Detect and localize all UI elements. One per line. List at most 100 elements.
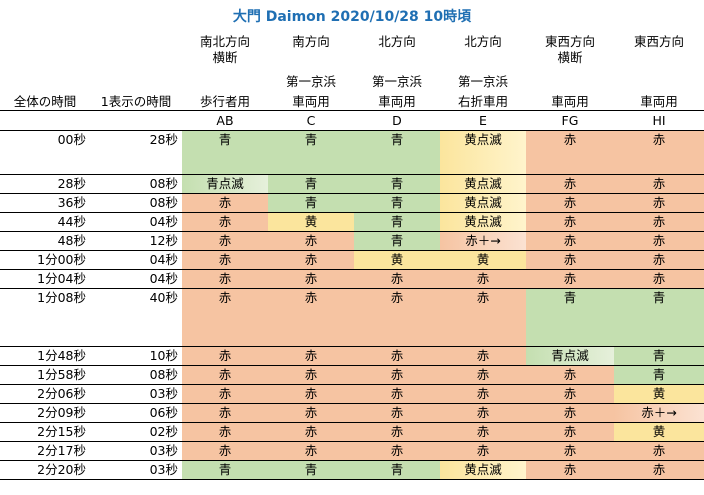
signal-state-cell: 赤 xyxy=(268,250,354,270)
total-time-cell: 00秒 xyxy=(0,130,90,175)
signal-state-cell: 黄点滅 xyxy=(440,130,526,175)
signal-state-cell: 赤 xyxy=(526,130,614,175)
signal-state-cell: 青 xyxy=(354,212,440,232)
signal-state-cell: 赤 xyxy=(182,403,268,423)
signal-state-cell: 赤 xyxy=(614,441,704,461)
signal-state-cell: 赤 xyxy=(268,269,354,289)
header-cell xyxy=(526,66,614,92)
total-time-cell: 48秒 xyxy=(0,231,90,251)
signal-state-cell: 赤 xyxy=(354,346,440,366)
display-duration-cell: 06秒 xyxy=(90,403,182,423)
header-cell xyxy=(614,66,704,92)
signal-state-cell: 赤 xyxy=(268,288,354,347)
header-cell: 車両用 xyxy=(526,92,614,111)
signal-state-cell: 青 xyxy=(182,130,268,175)
signal-state-cell: 赤 xyxy=(182,231,268,251)
signal-state-cell: 赤 xyxy=(354,441,440,461)
page-title: 大門 Daimon 2020/10/28 10時頃 xyxy=(232,9,472,25)
display-duration-cell: 04秒 xyxy=(90,250,182,270)
signal-state-cell: 黄点滅 xyxy=(440,460,526,480)
header-cell: AB xyxy=(182,110,268,131)
display-duration-cell: 08秒 xyxy=(90,174,182,194)
signal-state-cell: 青 xyxy=(354,231,440,251)
display-duration-cell: 04秒 xyxy=(90,212,182,232)
header-cell: 北方向 xyxy=(378,34,416,49)
signal-state-cell: 赤 xyxy=(182,422,268,442)
signal-state-cell: 青 xyxy=(354,174,440,194)
total-time-cell: 36秒 xyxy=(0,193,90,213)
table-row: 36秒 08秒赤青青黄点滅赤赤 xyxy=(0,193,704,213)
signal-state-cell: 青 xyxy=(614,346,704,366)
header-row1: 南北方向 横断 南方向 北方向 北方向 東西方向 横断 東西方向 xyxy=(0,32,704,66)
total-time-cell: 28秒 xyxy=(0,174,90,194)
signal-state-cell: 赤 xyxy=(182,212,268,232)
total-time-cell: 1分48秒 xyxy=(0,346,90,366)
signal-state-cell: 赤 xyxy=(354,384,440,404)
signal-state-cell: 赤 xyxy=(526,269,614,289)
signal-state-cell: 赤 xyxy=(440,346,526,366)
header-cell xyxy=(90,32,182,66)
display-duration-cell: 02秒 xyxy=(90,422,182,442)
signal-state-cell: 赤 xyxy=(440,403,526,423)
header-cell: 東西方向 xyxy=(633,34,684,49)
total-time-cell: 2分15秒 xyxy=(0,422,90,442)
header-cell: 北方向 xyxy=(464,34,502,49)
header-cell xyxy=(90,110,182,131)
signal-state-cell: 青 xyxy=(354,193,440,213)
header-cell: 第一京浜 xyxy=(285,74,336,89)
signal-state-cell: 赤 xyxy=(440,365,526,385)
header-cell: 車両用 xyxy=(614,92,704,111)
signal-state-cell: 赤 xyxy=(614,193,704,213)
header-cell: HI xyxy=(614,110,704,131)
signal-timing-table: 南北方向 横断 南方向 北方向 北方向 東西方向 横断 東西方向 第一京浜 第一京浜 第一京浜 全体の… xyxy=(0,32,704,480)
signal-state-cell: 赤 xyxy=(182,250,268,270)
header-cell: 南方向 xyxy=(292,34,330,49)
display-duration-cell: 03秒 xyxy=(90,384,182,404)
signal-state-cell: 赤 xyxy=(526,250,614,270)
header-cell xyxy=(0,66,90,92)
signal-state-cell: 黄 xyxy=(354,250,440,270)
total-time-cell: 2分06秒 xyxy=(0,384,90,404)
signal-state-cell: 赤＋→ xyxy=(614,403,704,423)
signal-state-cell: 赤 xyxy=(614,130,704,175)
display-duration-cell: 03秒 xyxy=(90,460,182,480)
display-duration-cell: 08秒 xyxy=(90,365,182,385)
signal-state-cell: 赤 xyxy=(354,365,440,385)
signal-state-cell: 赤 xyxy=(354,269,440,289)
table-row: 48秒 12秒赤赤青赤＋→ 赤赤 xyxy=(0,231,704,251)
header-cell: 東西方向 横断 xyxy=(544,34,595,65)
table-row: 2分06秒 03秒赤赤赤赤赤黄 xyxy=(0,384,704,404)
header-cell xyxy=(182,66,268,92)
signal-state-cell: 黄 xyxy=(268,212,354,232)
total-time-cell: 1分00秒 xyxy=(0,250,90,270)
signal-state-cell: 青 xyxy=(526,288,614,347)
signal-state-cell: 青 xyxy=(354,460,440,480)
table-row: 1分58秒 08秒赤赤赤赤赤青 xyxy=(0,365,704,385)
signal-state-cell: 赤 xyxy=(614,174,704,194)
table-row: 44秒 04秒赤黄青黄点滅赤赤 xyxy=(0,212,704,232)
total-time-cell: 1分04秒 xyxy=(0,269,90,289)
signal-state-cell: 赤 xyxy=(354,422,440,442)
table-row: 2分20秒 03秒青青青黄点滅赤赤 xyxy=(0,460,704,480)
header-cell: 第一京浜 xyxy=(457,74,508,89)
header-cell: C xyxy=(268,110,354,131)
total-time-cell: 1分58秒 xyxy=(0,365,90,385)
signal-state-cell: 赤 xyxy=(526,212,614,232)
signal-state-cell: 赤 xyxy=(440,384,526,404)
table-row: 1分04秒 04秒赤赤赤赤赤赤 xyxy=(0,269,704,289)
signal-state-cell: 赤 xyxy=(268,441,354,461)
signal-state-cell: 赤 xyxy=(526,403,614,423)
header-cell xyxy=(0,110,90,131)
signal-state-cell: 赤 xyxy=(268,422,354,442)
signal-state-cell: 赤 xyxy=(182,441,268,461)
signal-state-cell: 黄点滅 xyxy=(440,212,526,232)
signal-state-cell: 赤 xyxy=(440,441,526,461)
header-cell: 第一京浜 xyxy=(371,74,422,89)
signal-state-cell: 青 xyxy=(614,365,704,385)
signal-state-cell: 赤 xyxy=(182,193,268,213)
table-row: 2分17秒 03秒赤赤赤赤赤赤 xyxy=(0,441,704,461)
total-time-cell: 2分09秒 xyxy=(0,403,90,423)
table-row: 28秒 08秒 青点滅青青黄点滅赤赤 xyxy=(0,174,704,194)
signal-state-cell: 赤 xyxy=(268,365,354,385)
signal-state-cell: 赤 xyxy=(526,441,614,461)
